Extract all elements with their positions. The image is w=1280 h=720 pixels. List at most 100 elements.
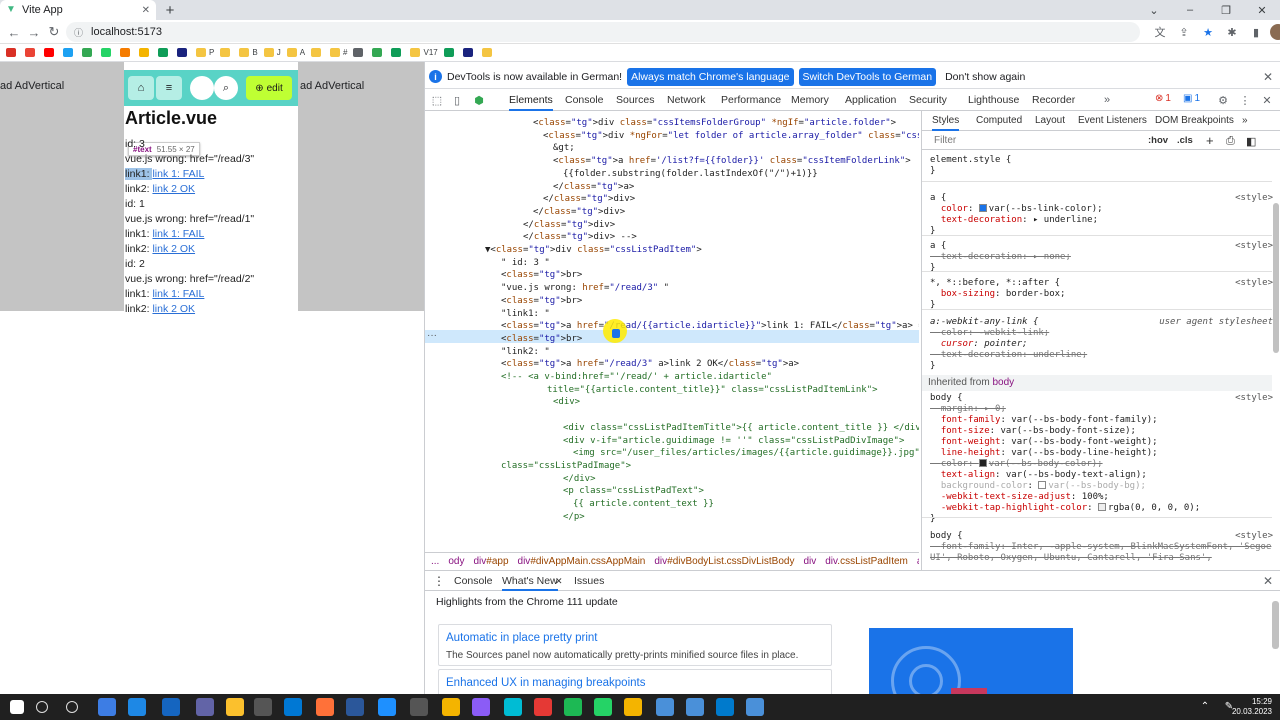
customize-menu-icon[interactable]: ⋮	[1237, 92, 1253, 108]
dom-line[interactable]: title="{{article.content_title}}" class=…	[547, 384, 878, 397]
dom-line[interactable]: <p class="cssListPadText">	[563, 485, 704, 498]
style-line[interactable]: *, *::before, *::after {	[930, 278, 1060, 289]
computed-sidebar-icon[interactable]: ◧	[1246, 135, 1256, 148]
dom-line[interactable]: <class="tg">div *ngFor="let folder of ar…	[543, 130, 919, 143]
pen-icon[interactable]: ✎	[1222, 699, 1236, 713]
bookmark-item[interactable]	[311, 48, 324, 57]
style-line[interactable]: element.style {	[930, 155, 1011, 166]
rule-source-link[interactable]: <style>	[1235, 241, 1273, 251]
style-line[interactable]: }	[930, 514, 935, 525]
dom-line[interactable]: <class="tg">div class="cssItemsFolderGro…	[533, 117, 896, 130]
share-icon[interactable]: ⇪	[1174, 22, 1194, 42]
color-swatch-icon[interactable]	[1038, 481, 1047, 489]
recorder-icon[interactable]	[534, 698, 552, 716]
style-line[interactable]: UI', Roboto, Oxygen, Ubuntu, Cantarell, …	[930, 553, 1212, 564]
chevron-up-icon[interactable]: ⌃	[1198, 699, 1212, 713]
style-line[interactable]: text-decoration: underline;	[930, 350, 1087, 361]
dom-line[interactable]: <class="tg">a href='/list?f={{folder}}' …	[553, 155, 911, 168]
bookmark-item[interactable]	[443, 48, 457, 57]
spotify-icon[interactable]	[564, 698, 582, 716]
bookmark-item[interactable]: #	[330, 48, 347, 57]
tab-computed[interactable]: Computed	[976, 111, 1022, 131]
windows-start-icon[interactable]	[10, 700, 24, 714]
rule-source-link[interactable]: <style>	[1235, 531, 1273, 541]
dom-line[interactable]: <class="tg">a href="/read/{{article.idar…	[501, 320, 919, 333]
hover-state-toggle[interactable]: :hov	[1148, 135, 1168, 146]
breadcrumb-item[interactable]: a	[917, 556, 919, 567]
style-line[interactable]: body {	[930, 531, 963, 542]
visual-studio-icon[interactable]	[472, 698, 490, 716]
bookmark-item[interactable]	[462, 48, 476, 57]
dom-line[interactable]: <div v-if="article.guidimage != ''" clas…	[563, 435, 904, 448]
tab-event-listeners[interactable]: Event Listeners	[1078, 111, 1147, 131]
chrome-icon[interactable]	[254, 698, 272, 716]
breadcrumb-item[interactable]: div#divBodyList.cssDivListBody	[654, 556, 794, 567]
bookmark-item[interactable]: B	[239, 48, 258, 57]
drawer-tab-close-icon[interactable]: ✕	[555, 571, 563, 591]
article-link[interactable]: link 2 OK	[152, 183, 195, 195]
style-line[interactable]: font-family: Inter, -apple-system, Blink…	[930, 542, 1272, 553]
dom-line[interactable]: "link1: "	[501, 308, 550, 321]
tab-performance[interactable]: Performance	[721, 89, 781, 111]
bookmark-item[interactable]: J	[263, 48, 281, 57]
bookmark-item[interactable]	[101, 48, 114, 57]
home-icon[interactable]: ⌂	[128, 76, 154, 100]
translate-icon[interactable]: 文	[1150, 22, 1170, 42]
dom-line[interactable]: {{ article.content_text }}	[573, 498, 714, 511]
tab-styles[interactable]: Styles	[932, 111, 960, 131]
style-line[interactable]: a {	[930, 193, 946, 204]
error-count-badge[interactable]: ⊗ 1	[1155, 93, 1171, 104]
more-styles-tabs-icon[interactable]: »	[1242, 111, 1248, 131]
info-count-badge[interactable]: ▣ 1	[1183, 93, 1200, 104]
search-icon[interactable]: ⌕	[214, 76, 238, 100]
tab-security[interactable]: Security	[909, 89, 947, 111]
tab-network[interactable]: Network	[667, 89, 706, 111]
drawer-tab-console[interactable]: Console	[454, 571, 493, 591]
explorer-icon[interactable]	[226, 698, 244, 716]
bookmark-star-icon[interactable]: ★	[1198, 22, 1218, 42]
style-line[interactable]: font-size: var(--bs-body-font-size);	[930, 426, 1136, 437]
style-line[interactable]: -webkit-text-size-adjust: 100%;	[930, 492, 1109, 503]
card-title[interactable]: Enhanced UX in managing breakpoints	[446, 677, 645, 689]
breadcrumb-item[interactable]: ody	[448, 556, 464, 567]
style-line[interactable]: color: var(--bs-link-color);	[930, 204, 1103, 215]
elements-tree[interactable]: ··· <class="tg">div class="cssItemsFolde…	[425, 111, 919, 552]
style-line[interactable]: }	[930, 361, 935, 372]
word-icon[interactable]	[346, 698, 364, 716]
style-line[interactable]: }	[930, 166, 935, 177]
terminal-icon[interactable]	[410, 698, 428, 716]
bookmark-item[interactable]	[82, 48, 95, 57]
hamburger-menu-icon[interactable]: ≡	[156, 76, 182, 100]
dom-line[interactable]: "link2: "	[501, 346, 550, 359]
color-swatch-icon[interactable]	[978, 204, 987, 212]
toggle-element-state-icon[interactable]: ⎙	[1226, 135, 1235, 148]
extensions-icon[interactable]: ✱	[1222, 22, 1242, 42]
dom-line[interactable]: </class="tg">div>	[523, 219, 615, 232]
style-line[interactable]: color: -webkit-link;	[930, 328, 1049, 339]
dom-line[interactable]: <class="tg">a href="/read/3" a>link 2 OK…	[501, 358, 799, 371]
drawer-scrollbar[interactable]	[1272, 601, 1279, 649]
teams-icon[interactable]	[196, 698, 214, 716]
edge-blue-icon[interactable]	[162, 698, 180, 716]
dont-show-again-button[interactable]: Don't show again	[941, 68, 1029, 86]
dom-line[interactable]: </class="tg">a>	[553, 181, 634, 194]
feature-card-pretty-print[interactable]: Automatic in place pretty print The Sour…	[438, 624, 832, 666]
tab-recorder[interactable]: Recorder	[1032, 89, 1075, 111]
back-icon[interactable]: ←	[4, 22, 24, 42]
style-line[interactable]: a {	[930, 241, 946, 252]
bookmark-item[interactable]	[44, 48, 57, 57]
bookmark-item[interactable]	[177, 48, 190, 57]
edit-button[interactable]: ⊕ edit	[246, 76, 292, 100]
browser-tab[interactable]: ▼ Vite App ✕	[0, 0, 156, 20]
style-line[interactable]: text-decoration: ▸ underline;	[930, 215, 1098, 226]
tab-layout[interactable]: Layout	[1035, 111, 1065, 131]
more-tabs-icon[interactable]: »	[1099, 92, 1115, 108]
mail-icon[interactable]	[98, 698, 116, 716]
dom-line[interactable]: <class="tg">br>	[501, 295, 582, 308]
dom-line[interactable]: {{folder.substring(folder.lastIndexOf("/…	[563, 168, 818, 181]
firefox-icon[interactable]	[316, 698, 334, 716]
bookmark-item[interactable]	[372, 48, 385, 57]
bookmark-item[interactable]: V17	[410, 48, 438, 57]
node-actions-ellipsis[interactable]: ···	[427, 330, 437, 341]
styles-scrollbar[interactable]	[1273, 203, 1279, 353]
